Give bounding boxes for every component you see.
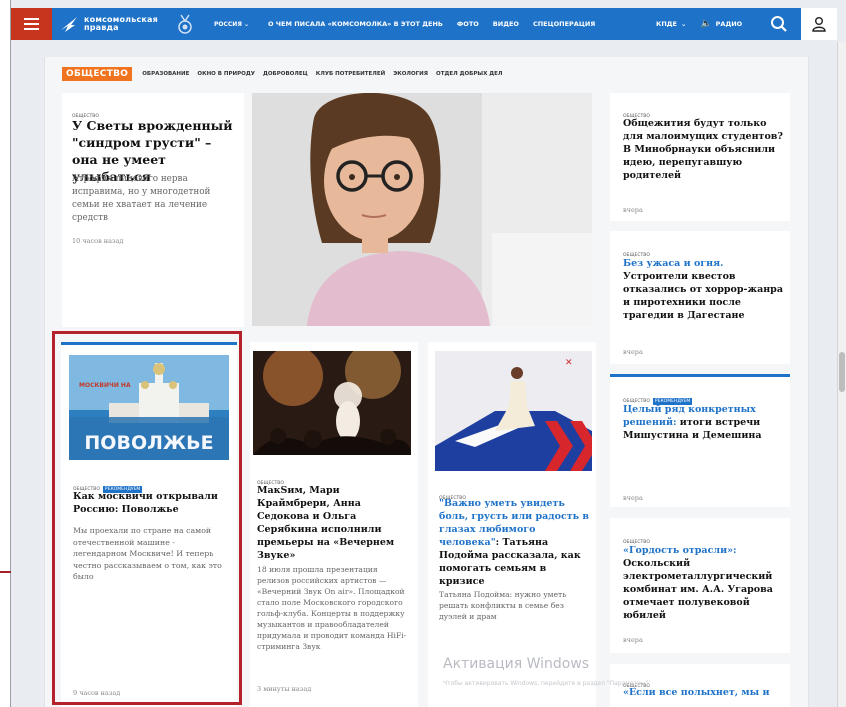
browser-left-frame bbox=[0, 0, 11, 707]
menu-burger-icon[interactable] bbox=[11, 8, 52, 40]
chevron-down-icon: ⌄ bbox=[680, 20, 687, 28]
image-logo-mark: ✕ bbox=[565, 358, 573, 368]
nav-item-this-day[interactable]: О ЧЕМ ПИСАЛА «КОМСОМОЛКА» В ЭТОТ ДЕНЬ bbox=[268, 20, 443, 28]
rubric-item[interactable]: ОТДЕЛ ДОБРЫХ ДЕЛ bbox=[436, 71, 502, 77]
feelings-article-card[interactable]: ✕ общество "Важно уметь увидеть боль, гр… bbox=[428, 342, 596, 707]
nav-item-special-operation[interactable]: СПЕЦОПЕРАЦИЯ bbox=[533, 20, 595, 28]
rubric-bar: ОБЩЕСТВО ОБРАЗОВАНИЕ ОКНО В ПРИРОДУ ДОБР… bbox=[62, 67, 510, 81]
scrollbar-thumb[interactable] bbox=[839, 352, 845, 392]
side-news-time: вчера bbox=[623, 494, 643, 502]
concert-article-image[interactable] bbox=[253, 351, 411, 455]
windows-activation-title: Активация Windows bbox=[443, 656, 590, 672]
logo-bird-icon bbox=[61, 17, 77, 32]
chevron-down-icon: ⌄ bbox=[244, 20, 250, 28]
region-selector[interactable]: РОССИЯ ⌄ bbox=[214, 8, 249, 40]
lead-article-image[interactable] bbox=[252, 93, 592, 326]
concert-article-title[interactable]: МакSим, Мари Краймбрери, Анна Седокова и… bbox=[257, 484, 412, 562]
rubric-item[interactable]: ОКНО В ПРИРОДУ bbox=[197, 71, 255, 77]
radio-icon[interactable]: 🔈 bbox=[700, 19, 711, 29]
annotation-connector-line bbox=[0, 571, 11, 573]
feelings-article-summary: Татьяна Подойма: нужно уметь решать конф… bbox=[439, 590, 567, 621]
lead-article-card[interactable]: общество У Светы врожденный "синдром гру… bbox=[62, 93, 244, 327]
rubric-item[interactable]: ОБРАЗОВАНИЕ bbox=[142, 71, 189, 77]
concert-article-summary: 18 июля прошла презентация релизов росси… bbox=[257, 565, 407, 651]
main-nav: О ЧЕМ ПИСАЛА «КОМСОМОЛКА» В ЭТОТ ДЕНЬ ФО… bbox=[268, 8, 609, 40]
medal-icon bbox=[178, 14, 192, 34]
rubric-item[interactable]: КЛУБ ПОТРЕБИТЕЛЕЙ bbox=[316, 71, 385, 77]
concert-article-time: 3 минуты назад bbox=[257, 685, 312, 693]
side-news-card-4[interactable]: общество «Гордость отрасли»: Оскольский … bbox=[610, 518, 790, 653]
windows-activation-text: Чтобы активировать Windows, перейдите в … bbox=[443, 680, 651, 687]
header-right-tools: КПДЕ ⌄ 🔈 РАДИО bbox=[656, 8, 742, 40]
rubric-item[interactable]: ДОБРОВОЛЕЦ bbox=[263, 71, 308, 77]
rubric-main[interactable]: ОБЩЕСТВО bbox=[62, 67, 133, 81]
feelings-article-image[interactable]: ✕ bbox=[435, 351, 592, 471]
side-news-time: вчера bbox=[623, 348, 643, 356]
lead-article-time: 10 часов назад bbox=[72, 237, 124, 245]
radio-link[interactable]: РАДИО bbox=[716, 20, 743, 28]
annotation-highlight-box bbox=[52, 331, 242, 705]
nav-item-photo[interactable]: ФОТО bbox=[457, 20, 479, 28]
side-news-title[interactable]: «Если все полыхнет, мы и bbox=[623, 686, 783, 699]
girl-photo bbox=[252, 93, 592, 326]
side-news-card-2[interactable]: общество Без ужаса и огня. Устроители кв… bbox=[610, 231, 790, 364]
concert-photo bbox=[253, 351, 411, 455]
side-news-card-3[interactable]: общество рекомендуем Целый ряд конкретных… bbox=[610, 374, 790, 507]
user-login-button[interactable] bbox=[801, 8, 837, 40]
concert-article-card[interactable]: общество МакSим, Мари Краймбрери, Анна С… bbox=[250, 342, 418, 707]
site-logo[interactable]: комсомольская правда bbox=[59, 12, 158, 36]
logo-wordmark: комсомольская правда bbox=[84, 15, 158, 32]
side-news-card-1[interactable]: общество Общежития будут только для мало… bbox=[610, 93, 790, 221]
woman-photo: ✕ bbox=[435, 351, 592, 471]
side-news-title[interactable]: Общежития будут только для малоимущих ст… bbox=[623, 117, 783, 182]
side-news-title[interactable]: Без ужаса и огня. Устроители квестов отк… bbox=[623, 257, 783, 322]
side-news-title[interactable]: «Гордость отрасли»: Оскольский электроме… bbox=[623, 544, 783, 622]
lead-article-summary: Атрофия лицевого нерва исправима, но у м… bbox=[72, 174, 211, 223]
search-icon[interactable] bbox=[770, 15, 788, 33]
nav-item-video[interactable]: ВИДЕО bbox=[493, 20, 519, 28]
rates-selector[interactable]: КПДЕ bbox=[656, 20, 677, 28]
side-news-time: вчера bbox=[623, 636, 643, 644]
user-icon bbox=[812, 17, 826, 32]
side-news-title[interactable]: Целый ряд конкретных решений: итоги встр… bbox=[623, 403, 783, 442]
side-news-time: вчера bbox=[623, 206, 643, 214]
feelings-article-title[interactable]: "Важно уметь увидеть боль, грусть или ра… bbox=[439, 497, 589, 588]
rubric-item[interactable]: ЭКОЛОГИЯ bbox=[393, 71, 428, 77]
